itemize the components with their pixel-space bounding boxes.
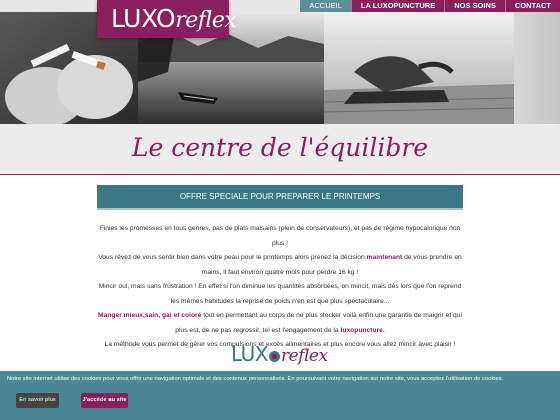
paragraph-4: Manger mieux,sain, gai et coloré tout en… xyxy=(98,312,462,334)
header-banner: LUXOreflex ACCUEIL LA LUXOPUNCTURE NOS S… xyxy=(0,0,560,124)
article-body: Finies les promesses en tous genres, pas… xyxy=(97,222,463,353)
cookie-more-button[interactable]: En savoir plus xyxy=(16,393,59,408)
page: LUXOreflex ACCUEIL LA LUXOPUNCTURE NOS S… xyxy=(0,0,560,420)
nav-item-nos-soins[interactable]: NOS SOINS xyxy=(445,0,505,12)
logo-o-icon xyxy=(269,351,280,362)
nav-item-la-luxopuncture[interactable]: LA LUXOPUNCTURE xyxy=(352,0,444,12)
site-logo[interactable]: LUXOreflex xyxy=(97,0,237,38)
hero-photo-meditation xyxy=(324,12,514,124)
footer-logo: LUX reflex xyxy=(231,342,328,366)
nav-item-contact[interactable]: CONTACT xyxy=(506,0,560,12)
main-nav: ACCUEIL LA LUXOPUNCTURE NOS SOINS CONTAC… xyxy=(300,0,560,12)
cookie-accept-button[interactable]: J'accède au site xyxy=(81,393,128,408)
offer-title: OFFRE SPECIALE POUR PREPARER LE PRINTEMP… xyxy=(97,185,463,210)
tagline-band: Le centre de l'équilibre xyxy=(0,124,560,175)
paragraph-2: Vous rêvez de vous sentir bien dans votr… xyxy=(98,254,462,276)
paragraph-3: Mincir oui, mais sans frustration ! En e… xyxy=(98,283,462,305)
paragraph-1: Finies les promesses en tous genres, pas… xyxy=(99,225,461,247)
cookie-message: Notre site internet utilise des cookies … xyxy=(7,376,504,382)
nav-item-accueil[interactable]: ACCUEIL xyxy=(300,0,351,12)
logo-text: LUXOreflex xyxy=(111,4,237,33)
page-tagline: Le centre de l'équilibre xyxy=(131,133,429,162)
hero-photo-panel xyxy=(514,12,560,124)
